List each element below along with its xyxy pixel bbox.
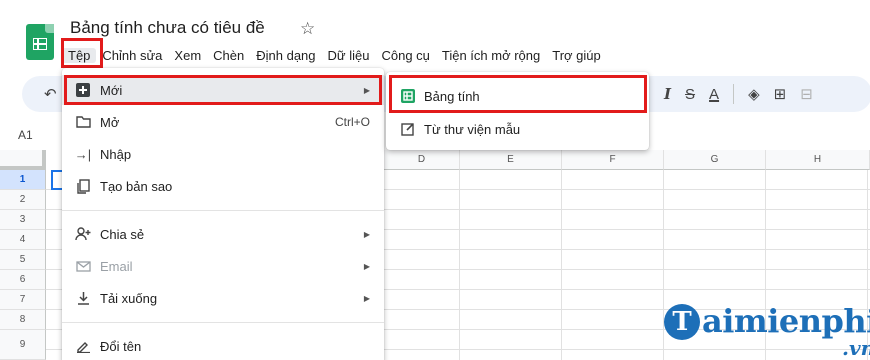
undo-icon[interactable]: ↶ [44,85,57,103]
row-header-8[interactable]: 8 [0,310,46,330]
toolbar-divider [733,84,735,104]
strikethrough-button[interactable]: S [685,86,695,103]
column-header-e[interactable]: E [460,150,562,170]
menu-item-label: Email [100,258,133,274]
menu-item-label: Tải xuống [100,290,158,306]
file-menu: Mới ▶ Mở Ctrl+O →| Nhập Tạo bản sao Chia… [62,68,384,360]
menu-bar: Tệp Chỉnh sửa Xem Chèn Định dạng Dữ liệu… [62,44,607,66]
menu-help[interactable]: Trợ giúp [546,48,607,63]
row-header-2[interactable]: 2 [0,190,46,210]
name-box[interactable]: A1 [18,128,33,142]
menu-extensions[interactable]: Tiện ích mở rộng [436,48,546,63]
sheets-grid-icon [33,38,47,50]
text-color-button[interactable]: A [709,86,719,103]
menu-item-download[interactable]: Tải xuống ▶ [62,283,384,313]
row-header-4[interactable]: 4 [0,230,46,250]
fill-color-icon[interactable]: ◈ [748,85,760,103]
row-header-5[interactable]: 5 [0,250,46,270]
menu-item-share[interactable]: Chia sẻ ▶ [62,219,384,249]
menu-item-import[interactable]: →| Nhập [62,139,384,169]
column-header-d[interactable]: D [384,150,460,170]
menu-item-open[interactable]: Mở Ctrl+O [62,107,384,137]
watermark-text: aimienphi [702,302,870,340]
menu-data[interactable]: Dữ liệu [322,48,376,63]
submenu-arrow-icon: ▶ [363,293,370,303]
sheets-logo[interactable] [26,24,54,60]
submenu-arrow-icon: ▶ [363,229,370,239]
highlight-new-item [64,75,382,105]
shortcut-label: Ctrl+O [334,115,370,129]
menu-edit[interactable]: Chỉnh sửa [96,48,168,63]
menu-item-email[interactable]: Email ▶ [62,251,384,281]
copy-icon [74,177,92,195]
menu-item-rename[interactable]: Đổi tên [62,331,384,360]
row-header-9[interactable]: 9 [0,330,46,360]
menu-format[interactable]: Định dạng [250,48,321,63]
email-icon [74,257,92,275]
grid-line [459,170,460,360]
template-icon [400,121,416,137]
row-header-3[interactable]: 3 [0,210,46,230]
column-header-h[interactable]: H [766,150,870,170]
toolbar-format-group: I S A ◈ ⊞ ⊟ [664,84,813,104]
share-person-icon [74,225,92,243]
row-header-6[interactable]: 6 [0,270,46,290]
watermark-logo: T aimienphi .vn [664,302,870,360]
highlight-spreadsheet-item [389,75,647,113]
menu-item-label: Nhập [100,146,132,162]
watermark-letter: T [664,304,700,340]
menu-tools[interactable]: Công cụ [375,48,435,63]
merge-cells-icon[interactable]: ⊟ [800,85,813,103]
italic-button[interactable]: I [664,85,671,103]
menu-view[interactable]: Xem [168,48,207,63]
column-header-g[interactable]: G [664,150,766,170]
menu-item-label: Đổi tên [100,338,142,354]
submenu-item-label: Từ thư viện mẫu [424,121,521,137]
document-title[interactable]: Bảng tính chưa có tiêu đề [70,18,265,38]
menu-divider [62,322,384,323]
rename-icon [74,337,92,355]
menu-item-label: Tạo bản sao [100,178,173,194]
import-icon: →| [74,146,92,162]
submenu-arrow-icon: ▶ [363,261,370,271]
submenu-item-template[interactable]: Từ thư viện mẫu [386,114,649,144]
star-icon[interactable]: ☆ [300,19,315,39]
row-header-7[interactable]: 7 [0,290,46,310]
grid-line [561,170,562,360]
column-header-f[interactable]: F [562,150,664,170]
download-icon [74,289,92,307]
menu-item-label: Mở [100,114,120,130]
folder-icon [74,113,92,131]
watermark-suffix: .vn [842,336,870,360]
menu-insert[interactable]: Chèn [207,48,250,63]
row-header-1[interactable]: 1 [0,170,46,190]
menu-divider [62,210,384,211]
grid-corner[interactable] [0,150,46,170]
menu-item-label: Chia sẻ [100,226,145,242]
menu-item-make-copy[interactable]: Tạo bản sao [62,171,384,201]
highlight-file-menu [61,38,103,68]
borders-icon[interactable]: ⊞ [774,85,787,103]
